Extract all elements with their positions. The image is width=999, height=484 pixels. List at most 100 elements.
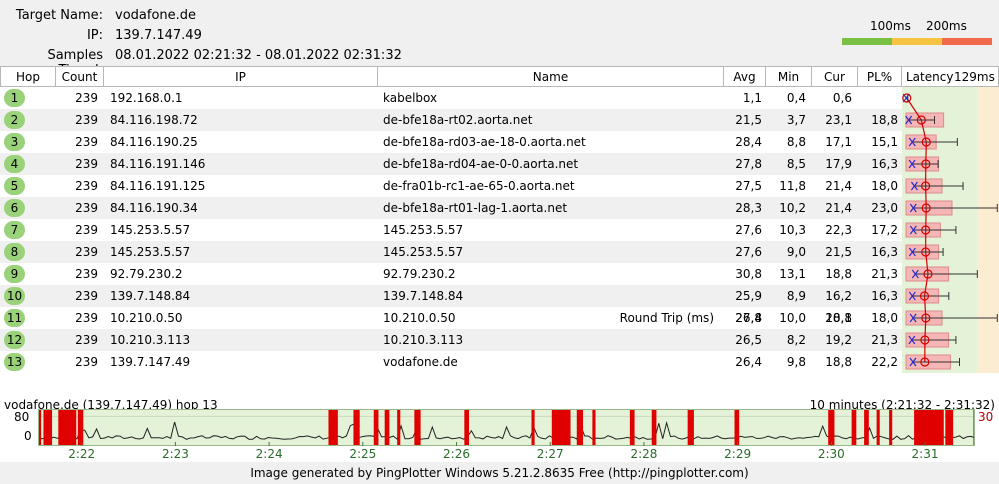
footer-credit: Image generated by PingPlotter Windows 5… [0, 462, 999, 484]
packet-loss-marker [551, 409, 571, 446]
table-row[interactable]: 7 239 145.253.5.57 145.253.5.57 27,6 10,3 22,3… [0, 219, 999, 241]
scale-200ms-label: 200ms [926, 19, 967, 33]
cell-avg: 26,4 [735, 355, 762, 369]
timeline-loss-scale: 30 [978, 410, 994, 424]
hop-number-badge: 3 [4, 133, 25, 151]
packet-loss-marker [464, 409, 470, 446]
hop-number-badge: 13 [4, 353, 25, 371]
packet-loss-marker [629, 409, 635, 446]
timeline-y-top: 80 [14, 410, 30, 424]
latency-header-max: 129ms [954, 70, 995, 84]
cell-min: 9,0 [786, 245, 806, 259]
timeline-y-bottom: 0 [24, 429, 32, 443]
cell-count: 239 [75, 267, 98, 281]
column-header-min[interactable]: Min [766, 66, 812, 87]
round-trip-avg: 26,4 [735, 311, 762, 325]
hop-number-badge: 10 [4, 287, 25, 305]
cell-cur: 21,5 [825, 245, 852, 259]
cell-avg: 27,6 [735, 223, 762, 237]
packet-loss-marker [58, 409, 77, 446]
samples-timed-value: 08.01.2022 02:21:32 - 08.01.2022 02:31:3… [115, 48, 402, 63]
timeline-x-label: 2:27 [536, 447, 564, 461]
cell-ip: 139.7.147.49 [110, 355, 191, 369]
table-row[interactable]: 13 239 139.7.147.49 vodafone.de 26,4 9,8 18,8 2… [0, 351, 999, 373]
cell-avg: 1,1 [742, 91, 762, 105]
packet-loss-marker [851, 409, 857, 446]
column-header-cur[interactable]: Cur [812, 66, 858, 87]
cell-name: de-fra01b-rc1-ae-65-0.aorta.net [383, 179, 575, 193]
packet-loss-marker [687, 409, 694, 446]
cell-name: de-bfe18a-rt01-lag-1.aorta.net [383, 201, 568, 215]
table-row[interactable]: 5 239 84.116.191.125 de-fra01b-rc1-ae-65-0.… [0, 175, 999, 197]
hop-number-badge: 1 [4, 89, 25, 107]
timeline-x-label: 2:29 [724, 447, 752, 461]
cell-cur: 17,9 [825, 157, 852, 171]
target-name-value: vodafone.de [115, 8, 197, 23]
cell-pl: 18,8 [871, 113, 898, 127]
table-row[interactable]: 2 239 84.116.198.72 de-bfe18a-rt02.aorta.ne… [0, 109, 999, 131]
packet-loss-marker [531, 409, 535, 446]
cell-name: 145.253.5.57 [383, 223, 464, 237]
table-row[interactable]: 4 239 84.116.191.146 de-bfe18a-rd04-ae-0-0.… [0, 153, 999, 175]
packet-loss-marker [353, 409, 360, 446]
cell-min: 3,7 [786, 113, 806, 127]
cell-count: 239 [75, 91, 98, 105]
table-row[interactable]: 9 239 92.79.230.2 92.79.230.2 30,8 13,1 18,8 21… [0, 263, 999, 285]
table-row[interactable]: 1 239 192.168.0.1 kabelbox 1,1 0,4 0,6 [0, 87, 999, 109]
table-row[interactable]: 10 239 139.7.148.84 139.7.148.84 25,9 8,9 16,2… [0, 285, 999, 307]
cell-min: 8,2 [786, 333, 806, 347]
trace-header: Target Name: vodafone.de IP: 139.7.147.4… [0, 0, 999, 78]
timeline-x-label: 2:30 [817, 447, 845, 461]
table-row[interactable]: 12 239 10.210.3.113 10.210.3.113 26,5 8,2 19,2… [0, 329, 999, 351]
packet-loss-marker [651, 409, 657, 446]
scale-100ms-label: 100ms [870, 19, 911, 33]
cell-ip: 84.116.190.25 [110, 135, 198, 149]
hop-number-badge: 7 [4, 221, 25, 239]
cell-avg: 28,4 [735, 135, 762, 149]
cell-count: 239 [75, 245, 98, 259]
column-header-count[interactable]: Count [56, 66, 104, 87]
table-row[interactable]: 8 239 145.253.5.57 145.253.5.57 27,6 9,0 21,5 1… [0, 241, 999, 263]
cell-cur: 0,6 [832, 91, 852, 105]
packet-loss-marker [77, 409, 84, 446]
timeline-graph[interactable] [38, 409, 975, 446]
cell-name: vodafone.de [383, 355, 458, 369]
cell-count: 239 [75, 179, 98, 193]
cell-count: 239 [75, 135, 98, 149]
cell-ip: 84.116.191.125 [110, 179, 206, 193]
cell-cur: 18,8 [825, 267, 852, 281]
cell-min: 8,5 [786, 157, 806, 171]
cell-ip: 92.79.230.2 [110, 267, 183, 281]
cell-min: 9,8 [786, 355, 806, 369]
timeline-x-label: 2:24 [255, 447, 283, 461]
column-header-avg[interactable]: Avg [724, 66, 766, 87]
cell-cur: 17,1 [825, 135, 852, 149]
table-row[interactable]: 6 239 84.116.190.34 de-bfe18a-rt01-lag-1.ao… [0, 197, 999, 219]
column-header-latency[interactable]: Latency 129ms [902, 66, 999, 87]
scale-bar-warn [892, 38, 942, 45]
cell-count: 239 [75, 333, 98, 347]
latency-graph [902, 87, 999, 373]
packet-loss-marker [828, 409, 835, 446]
hop-number-badge: 2 [4, 111, 25, 129]
column-header-ip[interactable]: IP [104, 66, 378, 87]
cell-pl: 18,0 [871, 179, 898, 193]
cell-name: 92.79.230.2 [383, 267, 456, 281]
cell-pl: 16,3 [871, 157, 898, 171]
cell-min: 8,9 [786, 289, 806, 303]
table-row[interactable]: 3 239 84.116.190.25 de-bfe18a-rd03-ae-18-0.… [0, 131, 999, 153]
cell-ip: 84.116.191.146 [110, 157, 206, 171]
cell-pl: 21,3 [871, 267, 898, 281]
cell-count: 239 [75, 223, 98, 237]
timeline-x-label: 2:28 [630, 447, 658, 461]
column-header-pl[interactable]: PL% [858, 66, 902, 87]
cell-avg: 26,5 [735, 333, 762, 347]
packet-loss-marker [397, 409, 401, 446]
column-header-name[interactable]: Name [378, 66, 724, 87]
cell-name: de-bfe18a-rt02.aorta.net [383, 113, 533, 127]
cell-avg: 21,5 [735, 113, 762, 127]
column-header-hop[interactable]: Hop [0, 66, 56, 87]
cell-avg: 27,5 [735, 179, 762, 193]
hop-number-badge: 6 [4, 199, 25, 217]
cell-count: 239 [75, 113, 98, 127]
